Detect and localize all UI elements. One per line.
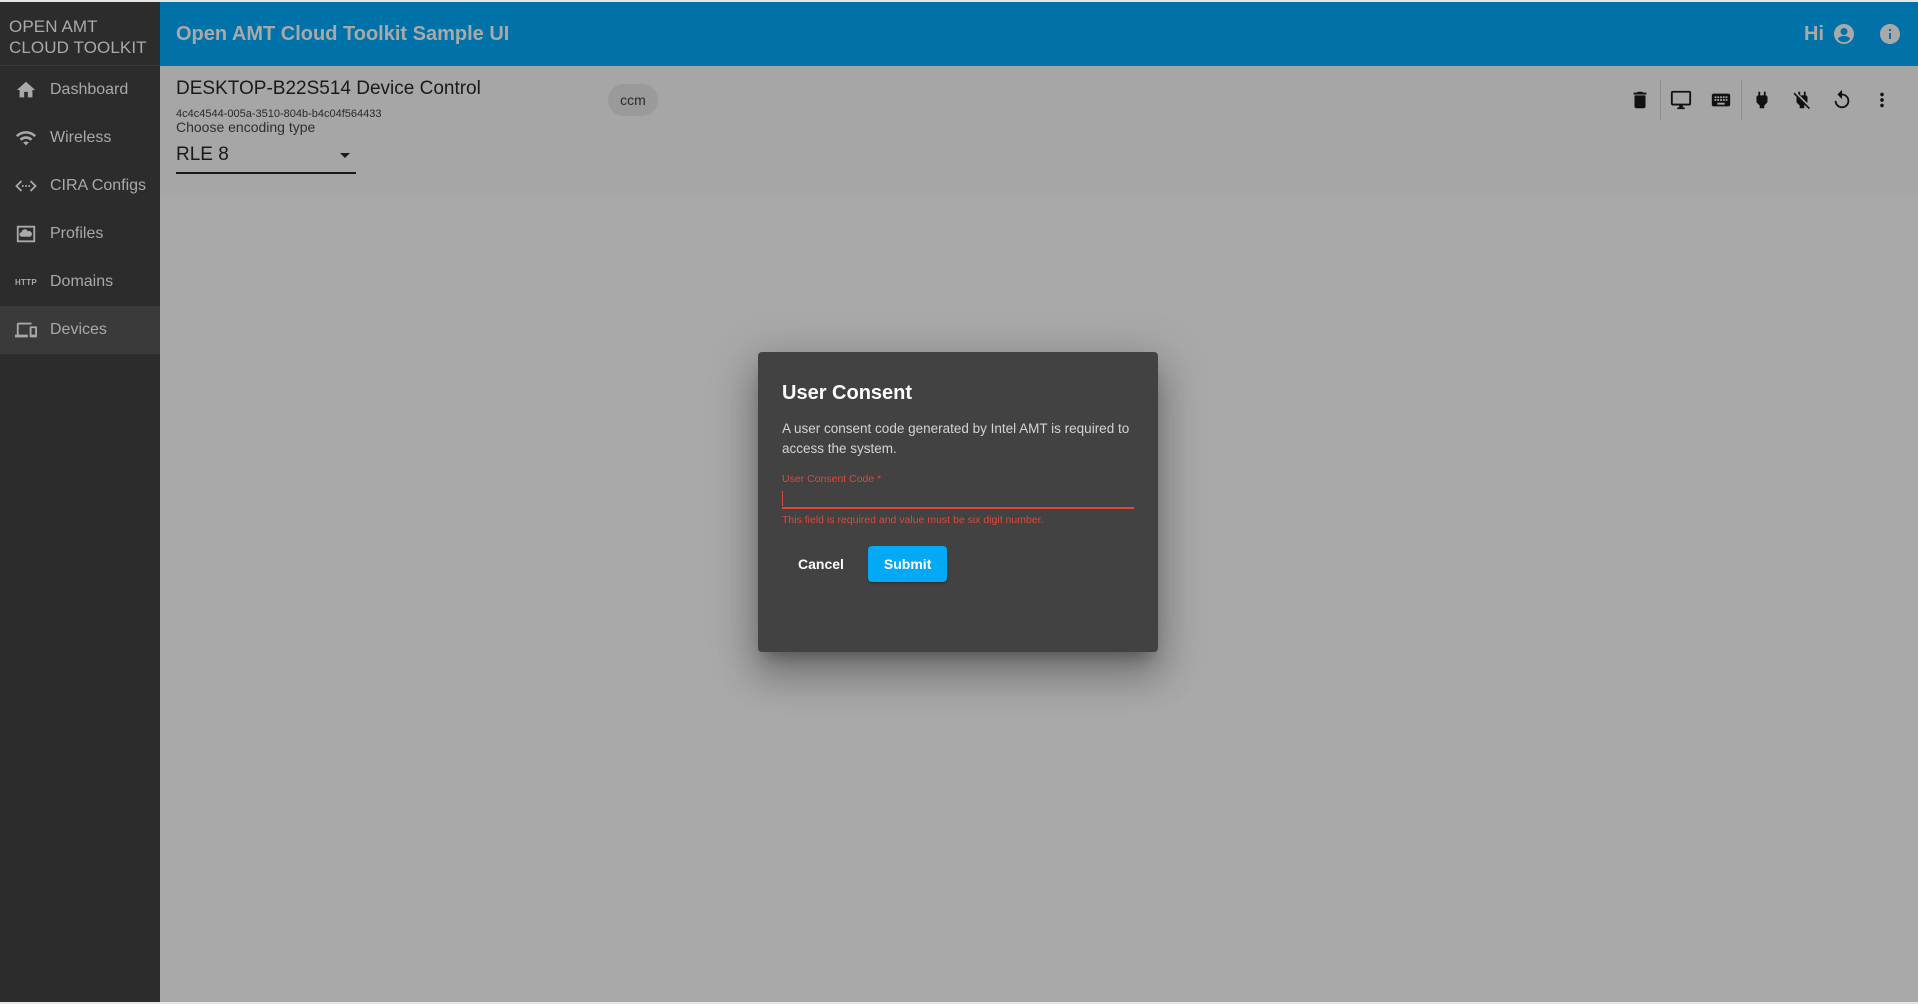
submit-button[interactable]: Submit <box>867 546 948 582</box>
sidebar-item-wireless[interactable]: Wireless <box>0 114 160 162</box>
dialog-actions: Cancel Submit <box>782 546 1134 582</box>
restart-icon[interactable] <box>1822 80 1862 120</box>
sidebar-item-label: Wireless <box>50 129 112 146</box>
sidebar-item-dashboard[interactable]: Dashboard <box>0 66 160 114</box>
sidebar-item-label: CIRA Configs <box>50 177 147 194</box>
brand-line-1: OPEN AMT <box>9 17 98 36</box>
cancel-button[interactable]: Cancel <box>782 546 860 582</box>
desktop-icon[interactable] <box>1661 80 1701 120</box>
sidebar-item-label: Dashboard <box>50 81 129 98</box>
header-actions: Hi <box>1804 22 1902 46</box>
consent-code-error: This field is required and value must be… <box>782 514 1044 526</box>
power-on-icon[interactable] <box>1742 80 1782 120</box>
info-icon[interactable] <box>1878 22 1902 46</box>
app-root: OPEN AMT CLOUD TOOLKIT Dashboard Wireles… <box>0 2 1918 1002</box>
dialog-message: A user consent code generated by Intel A… <box>782 421 1130 456</box>
home-icon <box>14 78 38 102</box>
sidebar-item-label: Devices <box>50 321 107 338</box>
more-vert-icon[interactable] <box>1862 80 1902 120</box>
device-control-panel: DESKTOP-B22S514 Device Control 4c4c4544-… <box>160 66 1918 195</box>
mode-chip: ccm <box>608 84 658 116</box>
dropdown-arrow-icon <box>340 152 350 158</box>
cloud-box-icon <box>14 222 38 246</box>
sidebar-item-label: Profiles <box>50 225 104 242</box>
device-title: DESKTOP-B22S514 Device Control <box>176 78 481 99</box>
encoding-select[interactable]: RLE 8 <box>176 138 356 174</box>
consent-code-label: User Consent Code * <box>782 473 882 485</box>
sidebar-item-domains[interactable]: HTTP Domains <box>0 258 160 306</box>
app-title: Open AMT Cloud Toolkit Sample UI <box>176 22 510 45</box>
top-bar: Open AMT Cloud Toolkit Sample UI Hi <box>160 2 1918 66</box>
greeting-text: Hi <box>1804 22 1824 45</box>
account-circle-icon[interactable] <box>1832 22 1856 46</box>
power-off-icon[interactable] <box>1782 80 1822 120</box>
delete-icon[interactable] <box>1620 80 1660 120</box>
user-consent-dialog: User Consent A user consent code generat… <box>758 352 1158 652</box>
consent-code-field: User Consent Code * This field is requir… <box>782 473 1134 526</box>
sidebar-item-label: Domains <box>50 273 114 290</box>
devices-icon <box>14 318 38 342</box>
encoding-label: Choose encoding type <box>176 119 316 135</box>
http-icon: HTTP <box>14 277 38 287</box>
sidebar-item-devices[interactable]: Devices <box>0 306 160 354</box>
brand-logo[interactable]: OPEN AMT CLOUD TOOLKIT <box>0 2 160 66</box>
sidebar-item-profiles[interactable]: Profiles <box>0 210 160 258</box>
text-caret <box>782 491 783 506</box>
wifi-icon <box>14 126 38 150</box>
device-toolbar <box>1620 80 1902 120</box>
code-arrows-icon <box>14 174 38 198</box>
encoding-selected-value: RLE 8 <box>176 144 229 165</box>
sidebar-item-cira-configs[interactable]: CIRA Configs <box>0 162 160 210</box>
dialog-title: User Consent <box>782 382 913 404</box>
keyboard-icon[interactable] <box>1701 80 1741 120</box>
brand-line-2: CLOUD TOOLKIT <box>9 38 147 57</box>
sidebar: OPEN AMT CLOUD TOOLKIT Dashboard Wireles… <box>0 2 160 1002</box>
consent-code-input[interactable] <box>782 485 1134 509</box>
